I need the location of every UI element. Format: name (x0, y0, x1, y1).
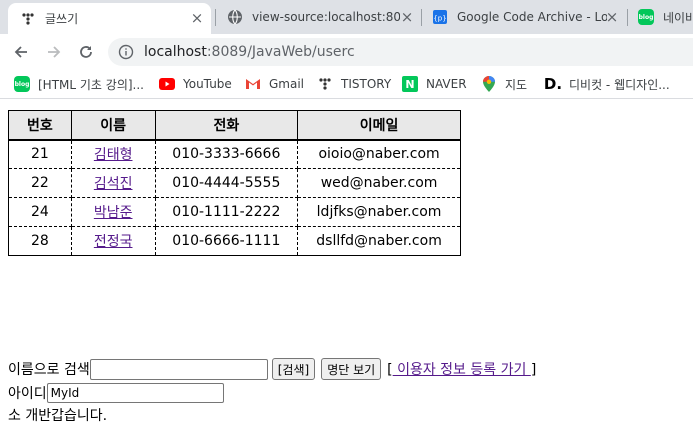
browser-toolbar: localhost:8089/JavaWeb/userc (0, 34, 693, 70)
user-name-link[interactable]: 박남준 (94, 205, 133, 221)
header-number: 번호 (8, 110, 72, 141)
bookmark-label: TISTORY (341, 77, 392, 91)
cell-name: 박남준 (70, 197, 156, 227)
user-name-link[interactable]: 전정국 (94, 234, 133, 250)
back-arrow-icon (14, 46, 27, 58)
close-icon[interactable]: × (189, 10, 205, 26)
reload-button[interactable] (74, 40, 98, 64)
url-host: localhost (144, 44, 207, 60)
user-table: 번호 이름 전화 이메일 21 김태형 010-3333-6666 oioio@… (8, 110, 461, 256)
bookmark-html-lecture[interactable]: blog [HTML 기초 강의]... (14, 75, 144, 93)
header-email: 이메일 (297, 110, 461, 141)
bookmark-naver[interactable]: N NAVER (402, 75, 467, 93)
cell-email: oioio@naber.com (297, 139, 461, 169)
youtube-icon (159, 76, 175, 92)
cell-phone: 010-1111-2222 (154, 197, 299, 227)
table-row: 21 김태형 010-3333-6666 oioio@naber.com (8, 139, 461, 169)
tab-naver-blog[interactable]: blog 네이바 (628, 0, 693, 34)
table-row: 24 박남준 010-1111-2222 ldjfks@naber.com (8, 197, 461, 227)
id-row: 아이디 (8, 382, 224, 404)
tab-title: 글쓰기 (45, 12, 79, 26)
bookmark-label: NAVER (426, 77, 467, 91)
tab-strip: 글쓰기 × view-source:localhost:808 × {p} Go… (0, 0, 693, 34)
naver-blog-icon: blog (638, 9, 654, 25)
reload-icon (80, 46, 92, 58)
maps-icon (481, 76, 497, 92)
cell-phone: 010-3333-6666 (154, 139, 299, 169)
tab-google-code-archive[interactable]: {p} Google Code Archive - Lo × (422, 0, 626, 34)
header-name: 이름 (70, 110, 156, 141)
tab-write[interactable]: 글쓰기 × (8, 3, 211, 34)
bookmark-youtube[interactable]: YouTube (159, 75, 232, 93)
bookmark-gmail[interactable]: Gmail (245, 75, 304, 93)
user-name-link[interactable]: 김석진 (94, 176, 133, 192)
address-bar[interactable]: localhost:8089/JavaWeb/userc (108, 38, 693, 66)
search-label: 이름으로 검색 (8, 362, 90, 378)
info-icon[interactable] (118, 44, 134, 60)
search-row: 이름으로 검색 [검색] 명단 보기 [ 이용자 정보 등록 가기 ] (8, 357, 536, 381)
page-content: 번호 이름 전화 이메일 21 김태형 010-3333-6666 oioio@… (0, 100, 693, 425)
table-row: 28 전정국 010-6666-1111 dsllfd@naber.com (8, 226, 461, 256)
header-phone: 전화 (154, 110, 299, 141)
tab-title: 네이바 (663, 10, 693, 25)
greeting-text: 소 개반갑습니다. (8, 408, 108, 424)
list-view-button[interactable]: 명단 보기 (321, 358, 382, 380)
forward-arrow-icon (48, 46, 61, 58)
close-icon[interactable]: × (399, 9, 415, 25)
google-code-icon: {p} (432, 9, 448, 25)
bookmarks-bar: blog [HTML 기초 강의]... YouTube Gmail TISTO… (0, 70, 693, 99)
id-label: 아이디 (8, 386, 47, 402)
user-name-link[interactable]: 김태형 (94, 147, 133, 163)
register-link-wrapper: [ 이용자 정보 등록 가기 ] (387, 359, 536, 379)
svg-text:{p}: {p} (433, 15, 446, 23)
cell-number: 24 (8, 197, 72, 227)
cell-name: 김태형 (70, 139, 156, 169)
globe-icon (227, 9, 243, 25)
cell-number: 21 (8, 139, 72, 169)
back-button[interactable] (9, 40, 33, 64)
dbcut-icon: D. (543, 75, 563, 93)
table-header-row: 번호 이름 전화 이메일 (8, 110, 461, 141)
tab-title: Google Code Archive - Lo (457, 10, 607, 24)
search-input[interactable] (89, 358, 268, 380)
bookmark-label: 지도 (505, 77, 528, 92)
forward-button[interactable] (42, 40, 66, 64)
bookmark-label: YouTube (183, 77, 232, 91)
tistory-icon (20, 11, 36, 27)
cell-name: 전정국 (70, 226, 156, 256)
bookmark-tistory[interactable]: TISTORY (317, 75, 391, 93)
cell-phone: 010-4444-5555 (154, 168, 299, 198)
tistory-icon (317, 76, 333, 92)
naver-blog-icon: blog (14, 76, 30, 92)
naver-icon: N (402, 76, 418, 92)
cell-number: 28 (8, 226, 72, 256)
tab-title: view-source:localhost:808 (252, 10, 400, 24)
gmail-icon (245, 76, 261, 92)
tab-view-source[interactable]: view-source:localhost:808 × (216, 0, 421, 34)
search-button[interactable]: [검색] (271, 358, 316, 380)
cell-phone: 010-6666-1111 (154, 226, 299, 256)
bookmark-label: Gmail (269, 77, 305, 91)
cell-email: wed@naber.com (297, 168, 461, 198)
url-path: :8089/JavaWeb/userc (206, 44, 355, 60)
cell-email: ldjfks@naber.com (297, 197, 461, 227)
cell-email: dsllfd@naber.com (297, 226, 461, 256)
bookmark-maps[interactable]: 지도 (481, 75, 527, 93)
cell-name: 김석진 (70, 168, 156, 198)
close-icon[interactable]: × (604, 9, 620, 25)
table-row: 22 김석진 010-4444-5555 wed@naber.com (8, 168, 461, 198)
id-input[interactable] (46, 383, 224, 403)
register-user-link[interactable]: 이용자 정보 등록 가기 (393, 362, 531, 378)
bookmark-label: 디비컷 - 웹디자인... (569, 77, 670, 92)
bracket-close: ] (530, 362, 537, 378)
bookmark-label: [HTML 기초 강의]... (38, 77, 144, 92)
cell-number: 22 (8, 168, 72, 198)
bookmark-dbcut[interactable]: D. 디비컷 - 웹디자인... (543, 75, 670, 93)
